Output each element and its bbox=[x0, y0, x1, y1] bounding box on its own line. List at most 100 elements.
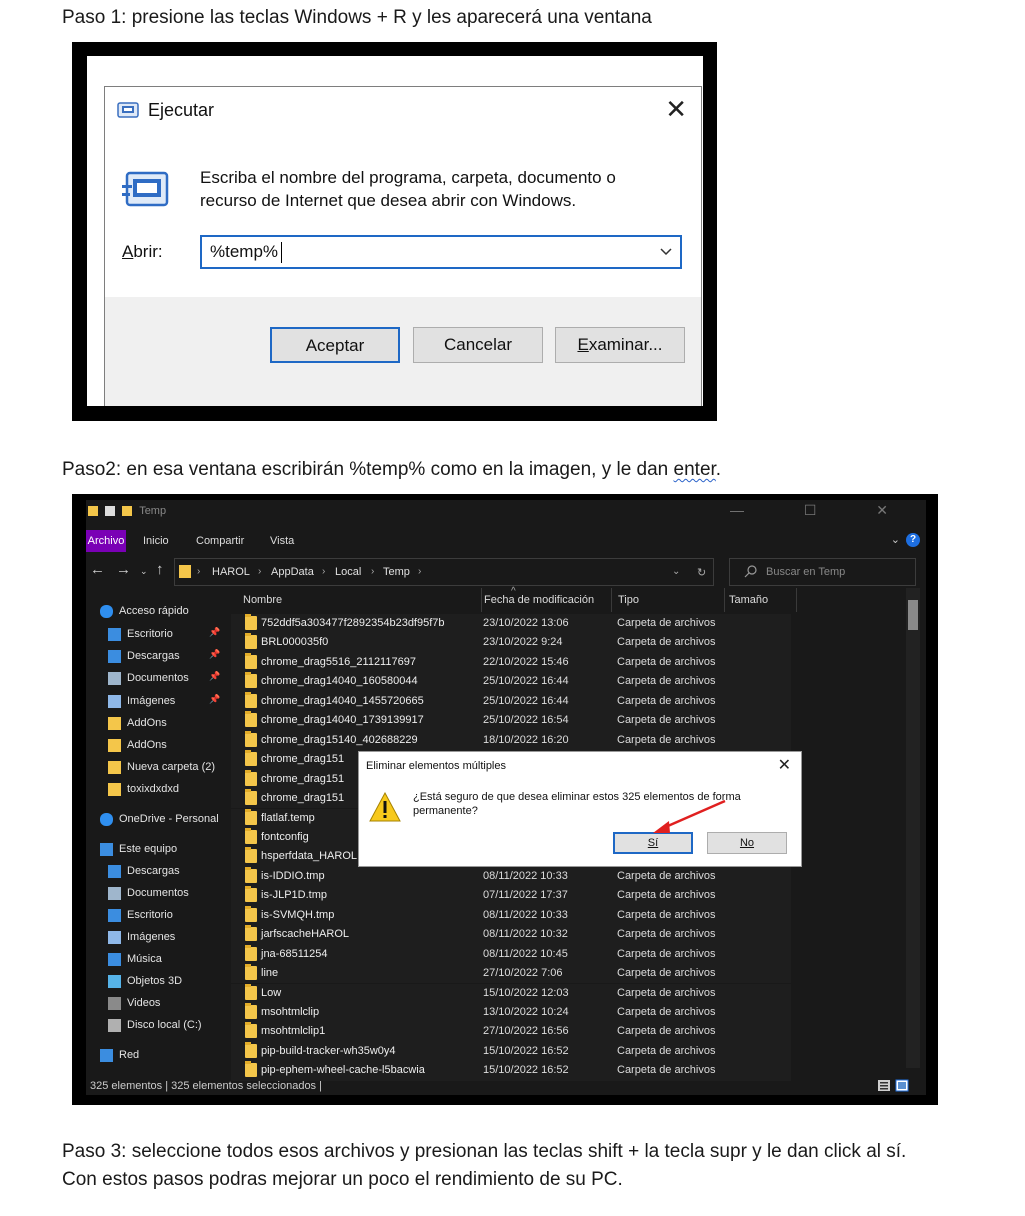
address-bar[interactable]: › HAROL › AppData › Local › Temp › ⌄ ↻ bbox=[174, 558, 714, 586]
file-row[interactable]: msohtmlclip1 27/10/2022 16:56 Carpeta de a… bbox=[231, 1022, 791, 1042]
file-type: Carpeta de archivos bbox=[617, 928, 716, 941]
sidebar-item-label: Documentos bbox=[127, 887, 189, 899]
pin-icon[interactable]: 📌 bbox=[209, 627, 220, 638]
step-1-text: Paso 1: presione las teclas Windows + R … bbox=[62, 7, 652, 28]
chevron-down-icon[interactable] bbox=[660, 245, 672, 257]
breadcrumb-harol[interactable]: HAROL bbox=[212, 566, 250, 578]
forward-arrow-icon[interactable]: → bbox=[116, 561, 131, 578]
refresh-icon[interactable]: ↻ bbox=[697, 566, 706, 579]
file-row[interactable]: is-JLP1D.tmp 07/11/2022 17:37 Carpeta de a… bbox=[231, 886, 791, 906]
column-separator[interactable] bbox=[796, 588, 797, 612]
drive-icon bbox=[108, 1019, 121, 1032]
search-icon bbox=[744, 565, 757, 578]
file-name: is-SVMQH.tmp bbox=[261, 908, 335, 921]
column-separator[interactable] bbox=[611, 588, 612, 612]
breadcrumb-separator: › bbox=[371, 566, 375, 577]
tab-inicio[interactable]: Inicio bbox=[143, 530, 169, 552]
file-type: Carpeta de archivos bbox=[617, 733, 716, 746]
pin-icon[interactable]: 📌 bbox=[209, 671, 220, 682]
scrollbar-thumb[interactable] bbox=[908, 600, 918, 630]
file-name: chrome_drag5516_2112117697 bbox=[261, 655, 416, 668]
column-name[interactable]: Nombre bbox=[243, 594, 282, 606]
chevron-down-icon[interactable]: ⌄ bbox=[672, 566, 680, 577]
open-input-value[interactable]: %temp% bbox=[210, 242, 278, 262]
file-name: Low bbox=[261, 986, 282, 999]
folder-icon bbox=[245, 944, 257, 961]
tab-archivo[interactable]: Archivo bbox=[86, 530, 126, 552]
open-combobox[interactable]: %temp% bbox=[200, 235, 682, 269]
file-row[interactable]: chrome_drag14040_1455720665 25/10/2022 16… bbox=[231, 691, 791, 712]
column-type[interactable]: Tipo bbox=[618, 594, 639, 606]
file-row[interactable]: chrome_drag15140_402688229 18/10/2022 16:… bbox=[231, 730, 791, 751]
tab-compartir[interactable]: Compartir bbox=[196, 530, 244, 552]
file-name: flatlaf.temp bbox=[261, 811, 315, 824]
column-date[interactable]: Fecha de modificación bbox=[484, 594, 594, 606]
file-row[interactable]: chrome_drag5516_2112117697 22/10/2022 15:… bbox=[231, 652, 791, 673]
file-row[interactable]: pip-build-tracker-wh35w0y4 15/10/2022 16:… bbox=[231, 1041, 791, 1062]
close-icon[interactable]: ✕ bbox=[665, 96, 687, 122]
run-description: Escriba el nombre del programa, carpeta,… bbox=[200, 168, 616, 210]
file-date: 23/10/2022 9:24 bbox=[483, 636, 563, 649]
step-3-text: Paso 3: seleccione todos esos archivos y… bbox=[62, 1141, 907, 1190]
explorer-screenshot: Temp — ☐ ✕ Archivo Inicio Compartir Vist… bbox=[72, 494, 938, 1105]
file-type: Carpeta de archivos bbox=[617, 908, 716, 921]
file-row[interactable]: chrome_drag14040_1739139917 25/10/2022 16… bbox=[231, 711, 791, 731]
recent-locations-icon[interactable]: ⌄ bbox=[140, 566, 148, 577]
sidebar-item-label: Acceso rápido bbox=[119, 605, 189, 617]
folder-icon[interactable] bbox=[122, 506, 133, 517]
column-size[interactable]: Tamaño bbox=[729, 594, 768, 606]
step-2-before: Paso2: en esa ventana escribirán %temp% … bbox=[62, 459, 674, 480]
pin-icon[interactable]: 📌 bbox=[209, 694, 220, 705]
sidebar-item-label: Escritorio bbox=[127, 909, 173, 921]
run-footer: Aceptar Cancelar Examinar... bbox=[105, 297, 701, 406]
help-icon[interactable]: ? bbox=[906, 533, 920, 547]
file-row[interactable]: msohtmlclip 13/10/2022 10:24 Carpeta de ar… bbox=[231, 1003, 791, 1023]
browse-button[interactable]: Examinar... bbox=[555, 327, 685, 363]
breadcrumb-local[interactable]: Local bbox=[335, 566, 361, 578]
column-separator[interactable] bbox=[481, 588, 482, 612]
file-row[interactable]: jarfscacheHAROL 08/11/2022 10:32 Carpeta d… bbox=[231, 925, 791, 945]
check-icon[interactable] bbox=[105, 506, 116, 517]
cancel-button[interactable]: Cancelar bbox=[413, 327, 543, 363]
file-date: 25/10/2022 16:54 bbox=[483, 714, 569, 727]
up-arrow-icon[interactable]: ↑ bbox=[156, 561, 164, 578]
file-name: jarfscacheHAROL bbox=[261, 928, 350, 941]
pin-icon[interactable]: 📌 bbox=[209, 649, 220, 660]
file-row[interactable]: jna-68511254 08/11/2022 10:45 Carpeta de a… bbox=[231, 944, 791, 965]
breadcrumb-separator: › bbox=[258, 566, 262, 577]
file-row[interactable]: is-SVMQH.tmp 08/11/2022 10:33 Carpeta de a… bbox=[231, 905, 791, 926]
file-row[interactable]: BRL000035f0 23/10/2022 9:24 Carpeta de arc… bbox=[231, 633, 791, 653]
file-row[interactable]: Low 15/10/2022 12:03 Carpeta de archivos bbox=[231, 983, 791, 1003]
close-icon[interactable]: ✕ bbox=[778, 755, 791, 775]
folder-icon bbox=[88, 506, 98, 517]
cloud-icon bbox=[100, 813, 113, 826]
file-name: pip-build-tracker-wh35w0y4 bbox=[261, 1044, 396, 1057]
file-type: Carpeta de archivos bbox=[617, 1044, 716, 1057]
breadcrumb-appdata[interactable]: AppData bbox=[271, 566, 314, 578]
folder-icon bbox=[245, 691, 257, 708]
column-separator[interactable] bbox=[724, 588, 725, 612]
folder-icon bbox=[108, 717, 121, 730]
file-name: msohtmlclip1 bbox=[261, 1025, 326, 1038]
file-row[interactable]: 752ddf5a303477f2892354b23df95f7b 23/10/20… bbox=[231, 614, 791, 634]
file-row[interactable]: line 27/10/2022 7:06 Carpeta de archivos bbox=[231, 964, 791, 984]
chevron-down-icon[interactable]: ⌄ bbox=[891, 533, 900, 546]
ok-button[interactable]: Aceptar bbox=[270, 327, 400, 363]
folder-icon bbox=[245, 983, 257, 1000]
vertical-scrollbar[interactable] bbox=[906, 588, 920, 1068]
folder-icon bbox=[245, 1041, 257, 1058]
music-icon bbox=[108, 953, 121, 966]
back-arrow-icon[interactable]: ← bbox=[90, 561, 105, 578]
sidebar-item-label: toxixdxdxd bbox=[127, 783, 179, 795]
breadcrumb-temp[interactable]: Temp bbox=[383, 566, 410, 578]
tab-vista[interactable]: Vista bbox=[270, 530, 294, 552]
file-row[interactable]: is-IDDIO.tmp 08/11/2022 10:33 Carpeta de a… bbox=[231, 866, 791, 887]
window-controls[interactable]: — ☐ ✕ bbox=[730, 502, 916, 519]
view-toggle-icons[interactable] bbox=[878, 1079, 910, 1092]
sidebar-item-label: AddOns bbox=[127, 717, 167, 729]
file-explorer: Temp — ☐ ✕ Archivo Inicio Compartir Vist… bbox=[86, 500, 926, 1095]
file-name: fontconfig bbox=[261, 830, 309, 843]
file-row[interactable]: chrome_drag14040_160580044 25/10/2022 16:… bbox=[231, 672, 791, 692]
file-date: 13/10/2022 10:24 bbox=[483, 1006, 569, 1018]
search-box[interactable]: Buscar en Temp bbox=[729, 558, 916, 586]
